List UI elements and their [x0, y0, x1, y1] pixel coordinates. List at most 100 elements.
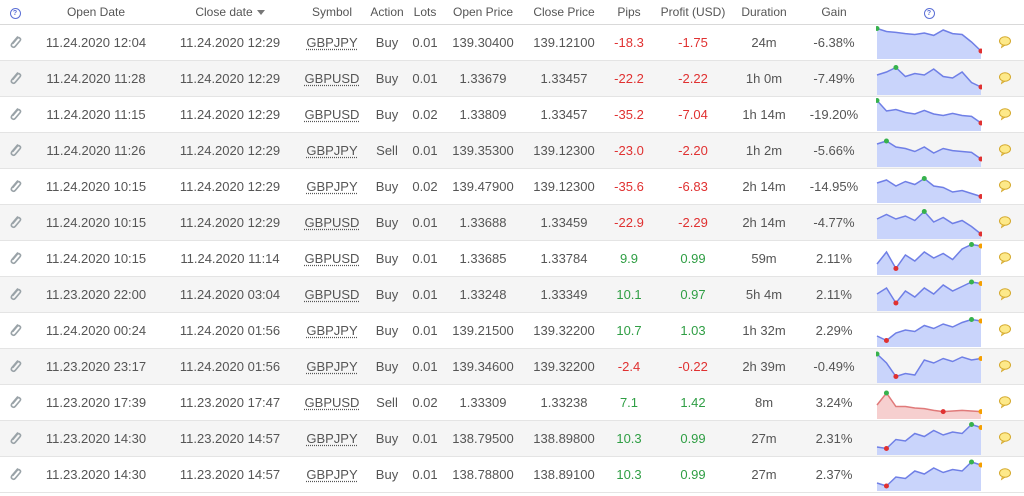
symbol-cell[interactable]: GBPJPY — [298, 132, 366, 169]
comment-bubble-icon[interactable] — [986, 348, 1024, 385]
sparkline-max-marker — [883, 138, 889, 144]
symbol-cell[interactable]: GBPUSD — [298, 96, 366, 133]
equity-sparkline — [876, 422, 982, 455]
comment-bubble-icon[interactable] — [986, 420, 1024, 457]
help-icon[interactable]: ? — [9, 8, 21, 20]
paperclip-icon[interactable] — [0, 348, 30, 385]
lots-cell-value: 0.01 — [412, 142, 438, 158]
help-icon[interactable]: ? — [923, 8, 935, 20]
header-help[interactable]: ? — [0, 0, 30, 25]
header-open-price[interactable]: Open Price — [442, 0, 524, 25]
symbol-cell-value[interactable]: GBPJPY — [306, 143, 357, 158]
symbol-cell[interactable]: GBPJPY — [298, 456, 366, 493]
symbol-cell[interactable]: GBPUSD — [298, 240, 366, 277]
comment-bubble-icon[interactable] — [986, 24, 1024, 61]
symbol-cell-value[interactable]: GBPUSD — [305, 71, 360, 86]
comment-bubble-icon[interactable] — [986, 96, 1024, 133]
comment-bubble-icon[interactable] — [986, 456, 1024, 493]
comment-bubble-icon[interactable] — [986, 240, 1024, 277]
sort-down-icon[interactable] — [256, 10, 265, 16]
comment-bubble-icon[interactable] — [986, 132, 1024, 169]
symbol-cell[interactable]: GBPJPY — [298, 420, 366, 457]
table-row[interactable]: 11.24.2020 11:15 11.24.2020 12:29 GBPUSD Bu… — [0, 96, 1024, 133]
symbol-cell[interactable]: GBPUSD — [298, 276, 366, 313]
close-price-cell-value: 1.33349 — [540, 286, 588, 302]
comment-bubble-icon[interactable] — [986, 276, 1024, 313]
sparkline-max-marker — [969, 422, 975, 427]
symbol-cell-value[interactable]: GBPJPY — [306, 467, 357, 482]
symbol-cell-value[interactable]: GBPJPY — [306, 35, 357, 50]
table-row[interactable]: 11.23.2020 22:00 11.24.2020 03:04 GBPUSD Bu… — [0, 276, 1024, 313]
symbol-cell[interactable]: GBPJPY — [298, 348, 366, 385]
paperclip-icon[interactable] — [0, 132, 30, 169]
paperclip-icon[interactable] — [0, 420, 30, 457]
open-date-cell: 11.23.2020 14:30 — [30, 420, 162, 457]
symbol-cell-value[interactable]: GBPJPY — [306, 359, 357, 374]
header-symbol[interactable]: Symbol — [298, 0, 366, 25]
open-date-cell-value: 11.24.2020 10:15 — [45, 250, 147, 266]
header-close-date[interactable]: Close date — [162, 0, 298, 25]
symbol-cell[interactable]: GBPJPY — [298, 312, 366, 349]
table-row[interactable]: 11.24.2020 10:15 11.24.2020 12:29 GBPUSD Bu… — [0, 204, 1024, 241]
header-gain[interactable]: Gain — [796, 0, 872, 25]
gain-cell: -0.49% — [796, 348, 872, 385]
equity-sparkline — [876, 65, 982, 95]
paperclip-icon[interactable] — [0, 60, 30, 97]
gain-cell: -6.38% — [796, 24, 872, 61]
comment-bubble-icon[interactable] — [986, 60, 1024, 97]
table-row[interactable]: 11.23.2020 17:39 11.23.2020 17:47 GBPUSD Se… — [0, 384, 1024, 421]
table-row[interactable]: 11.23.2020 14:30 11.23.2020 14:57 GBPJPY Bu… — [0, 456, 1024, 493]
header-action[interactable]: Action — [366, 0, 408, 25]
comment-bubble-icon[interactable] — [986, 168, 1024, 205]
table-row[interactable]: 11.24.2020 00:24 11.24.2020 01:56 GBPJPY Bu… — [0, 312, 1024, 349]
action-cell: Sell — [366, 384, 408, 421]
table-row[interactable]: 11.24.2020 11:28 11.24.2020 12:29 GBPUSD Bu… — [0, 60, 1024, 97]
header-pips[interactable]: Pips — [604, 0, 654, 25]
paperclip-icon[interactable] — [0, 24, 30, 61]
close-price-cell-value: 1.33238 — [540, 394, 588, 410]
header-open-date[interactable]: Open Date — [30, 0, 162, 25]
comment-bubble-icon[interactable] — [986, 204, 1024, 241]
pips-cell: -18.3 — [604, 24, 654, 61]
paperclip-icon[interactable] — [0, 312, 30, 349]
symbol-cell-value[interactable]: GBPUSD — [305, 107, 360, 122]
symbol-cell-value[interactable]: GBPJPY — [306, 431, 357, 446]
comment-bubble-icon[interactable] — [986, 384, 1024, 421]
symbol-cell[interactable]: GBPUSD — [298, 60, 366, 97]
symbol-cell-value[interactable]: GBPJPY — [306, 179, 357, 194]
header-profit[interactable]: Profit (USD) — [654, 0, 732, 25]
symbol-cell-value[interactable]: GBPUSD — [305, 287, 360, 302]
comment-bubble-icon[interactable] — [986, 312, 1024, 349]
symbol-cell[interactable]: GBPJPY — [298, 24, 366, 61]
paperclip-icon[interactable] — [0, 384, 30, 421]
header-chart-help[interactable]: ? — [872, 0, 986, 25]
paperclip-icon[interactable] — [0, 204, 30, 241]
symbol-cell-value[interactable]: GBPJPY — [306, 323, 357, 338]
table-row[interactable]: 11.24.2020 10:15 11.24.2020 11:14 GBPUSD Bu… — [0, 240, 1024, 277]
duration-cell: 1h 32m — [732, 312, 796, 349]
symbol-cell-value[interactable]: GBPUSD — [305, 251, 360, 266]
symbol-cell-value[interactable]: GBPUSD — [305, 215, 360, 230]
table-row[interactable]: 11.23.2020 23:17 11.24.2020 01:56 GBPJPY Bu… — [0, 348, 1024, 385]
pips-cell: -22.9 — [604, 204, 654, 241]
paperclip-icon[interactable] — [0, 168, 30, 205]
header-duration[interactable]: Duration — [732, 0, 796, 25]
symbol-cell[interactable]: GBPUSD — [298, 384, 366, 421]
paperclip-icon[interactable] — [0, 96, 30, 133]
symbol-cell[interactable]: GBPUSD — [298, 204, 366, 241]
symbol-cell[interactable]: GBPJPY — [298, 168, 366, 205]
table-row[interactable]: 11.23.2020 14:30 11.23.2020 14:57 GBPJPY Bu… — [0, 420, 1024, 457]
paperclip-icon[interactable] — [0, 276, 30, 313]
header-lots[interactable]: Lots — [408, 0, 442, 25]
symbol-cell-value[interactable]: GBPUSD — [305, 395, 360, 410]
table-row[interactable]: 11.24.2020 11:26 11.24.2020 12:29 GBPJPY Se… — [0, 132, 1024, 169]
paperclip-icon[interactable] — [0, 240, 30, 277]
lots-cell: 0.01 — [408, 60, 442, 97]
header-close-price[interactable]: Close Price — [524, 0, 604, 25]
open-date-cell: 11.24.2020 00:24 — [30, 312, 162, 349]
table-row[interactable]: 11.24.2020 12:04 11.24.2020 12:29 GBPJPY Bu… — [0, 24, 1024, 61]
sparkline-min-marker — [883, 483, 889, 489]
table-row[interactable]: 11.24.2020 10:15 11.24.2020 12:29 GBPJPY Bu… — [0, 168, 1024, 205]
pips-cell-value: -35.6 — [614, 178, 644, 194]
paperclip-icon[interactable] — [0, 456, 30, 493]
